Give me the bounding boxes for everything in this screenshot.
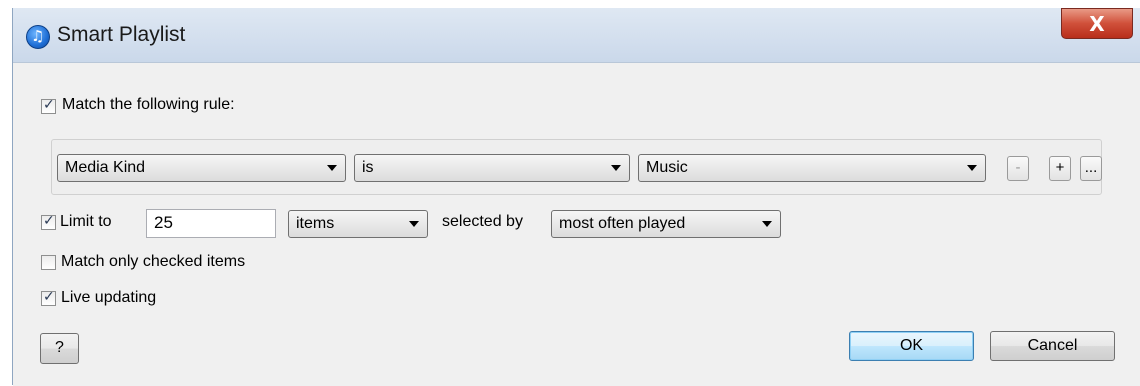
close-icon: X: [1089, 12, 1105, 36]
nested-rule-button[interactable]: ...: [1080, 156, 1102, 181]
match-rule-label: Match the following rule:: [62, 96, 235, 113]
live-updating-label: Live updating: [61, 289, 157, 306]
limit-unit-select[interactable]: items: [288, 210, 428, 238]
rule-value-select[interactable]: Music: [638, 154, 986, 182]
plus-icon: +: [1055, 159, 1065, 176]
limit-label: Limit to: [60, 213, 112, 230]
window-title: Smart Playlist: [57, 23, 186, 46]
rule-field-value: Media Kind: [65, 159, 146, 176]
rule-field-select[interactable]: Media Kind: [57, 154, 346, 182]
match-rule-checkbox[interactable]: ✓: [41, 97, 56, 114]
match-checked-label: Match only checked items: [61, 253, 246, 270]
rule-row: Media Kind is Music - + ...: [51, 139, 1102, 195]
help-button[interactable]: ?: [40, 333, 79, 364]
cancel-button-label: Cancel: [1027, 337, 1078, 354]
itunes-app-icon: [26, 25, 50, 49]
checkmark-icon: ✓: [43, 97, 55, 113]
limit-amount-value: 25: [154, 213, 173, 232]
minus-icon: -: [1015, 159, 1021, 176]
smart-playlist-dialog: Smart Playlist X ✓ Match the following r…: [12, 8, 1140, 386]
close-button[interactable]: X: [1061, 8, 1133, 39]
selected-by-select[interactable]: most often played: [551, 210, 781, 238]
limit-checkbox[interactable]: ✓: [41, 213, 56, 230]
match-checked-checkbox[interactable]: [41, 255, 56, 270]
selected-by-label: selected by: [442, 213, 523, 230]
limit-unit-value: items: [296, 215, 335, 232]
chevron-down-icon: [611, 165, 621, 171]
chevron-down-icon: [967, 165, 977, 171]
ok-button[interactable]: OK: [849, 331, 974, 361]
chevron-down-icon: [327, 165, 337, 171]
rule-operator-value: is: [362, 159, 374, 176]
ok-button-label: OK: [899, 337, 924, 354]
dialog-body: ✓ Match the following rule: Media Kind i…: [13, 62, 1140, 386]
limit-amount-input[interactable]: 25: [146, 209, 276, 238]
chevron-down-icon: [409, 221, 419, 227]
help-icon: ?: [55, 339, 64, 356]
title-bar: Smart Playlist X: [13, 8, 1140, 62]
selected-by-value: most often played: [559, 215, 686, 232]
rule-operator-select[interactable]: is: [354, 154, 630, 182]
cancel-button[interactable]: Cancel: [990, 331, 1115, 361]
rule-value-value: Music: [646, 159, 688, 176]
checkmark-icon: ✓: [43, 289, 55, 305]
live-updating-checkbox[interactable]: ✓: [41, 289, 56, 306]
remove-rule-button[interactable]: -: [1007, 156, 1029, 181]
add-rule-button[interactable]: +: [1049, 156, 1071, 181]
checkmark-icon: ✓: [43, 213, 55, 229]
chevron-down-icon: [762, 221, 772, 227]
ellipsis-icon: ...: [1084, 159, 1098, 176]
